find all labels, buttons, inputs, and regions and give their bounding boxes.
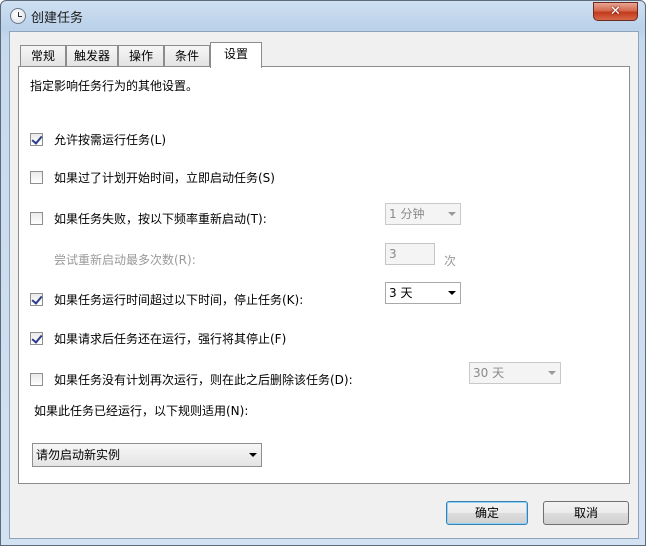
tab-conditions[interactable]: 条件 bbox=[164, 45, 210, 67]
force-stop-label: 如果请求后任务还在运行，强行将其停止(F) bbox=[54, 332, 287, 346]
stop-if-runs-longer-label: 如果任务运行时间超过以下时间，停止任务(K): bbox=[54, 293, 304, 307]
delete-if-not-scheduled-checkbox[interactable] bbox=[30, 373, 43, 386]
allow-on-demand-checkbox[interactable] bbox=[30, 133, 43, 146]
ok-button[interactable]: 确定 bbox=[446, 501, 528, 525]
start-when-missed-label: 如果过了计划开始时间，立即启动任务(S) bbox=[54, 171, 275, 185]
window-title: 创建任务 bbox=[31, 11, 84, 26]
restart-on-failure-label: 如果任务失败，按以下频率重新启动(T): bbox=[54, 212, 267, 226]
delete-after-value: 30 天 bbox=[473, 366, 505, 380]
tab-strip: 常规 触发器 操作 条件 设置 bbox=[18, 42, 638, 68]
tab-triggers[interactable]: 触发器 bbox=[66, 45, 118, 67]
create-task-window: 创建任务 ✕ 常规 触发器 操作 条件 设置 指定影响任务行为的其他设置。 允许… bbox=[0, 0, 646, 546]
chevron-down-icon bbox=[548, 371, 556, 375]
panel-description: 指定影响任务行为的其他设置。 bbox=[30, 79, 199, 93]
title-bar: 创建任务 ✕ bbox=[1, 1, 645, 31]
force-stop-checkbox[interactable] bbox=[30, 332, 43, 345]
stop-duration-value: 3 天 bbox=[389, 286, 413, 300]
delete-after-dropdown[interactable]: 30 天 bbox=[469, 362, 561, 384]
allow-on-demand-label: 允许按需运行任务(L) bbox=[54, 133, 167, 147]
tab-settings[interactable]: 设置 bbox=[210, 42, 262, 68]
tab-actions[interactable]: 操作 bbox=[118, 45, 164, 67]
clock-icon bbox=[10, 8, 26, 24]
settings-panel: 指定影响任务行为的其他设置。 允许按需运行任务(L) 如果过了计划开始时间，立即… bbox=[18, 66, 630, 484]
restart-attempts-input[interactable]: 3 bbox=[385, 243, 435, 265]
restart-attempts-label: 尝试重新启动最多次数(R): bbox=[54, 253, 196, 267]
delete-if-not-scheduled-label: 如果任务没有计划再次运行，则在此之后删除该任务(D): bbox=[54, 373, 353, 387]
if-running-rule-dropdown[interactable]: 请勿启动新实例 bbox=[32, 443, 262, 467]
dialog-body: 常规 触发器 操作 条件 设置 指定影响任务行为的其他设置。 允许按需运行任务(… bbox=[9, 31, 639, 539]
restart-interval-dropdown[interactable]: 1 分钟 bbox=[385, 203, 461, 225]
stop-if-runs-longer-checkbox[interactable] bbox=[30, 293, 43, 306]
chevron-down-icon bbox=[448, 291, 456, 295]
if-running-rule-value: 请勿启动新实例 bbox=[36, 448, 121, 462]
chevron-down-icon bbox=[448, 212, 456, 216]
restart-on-failure-checkbox[interactable] bbox=[30, 212, 43, 225]
start-when-missed-checkbox[interactable] bbox=[30, 171, 43, 184]
if-running-rule-label: 如果此任务已经运行，以下规则适用(N): bbox=[34, 404, 249, 418]
cancel-button[interactable]: 取消 bbox=[543, 501, 629, 525]
close-button[interactable]: ✕ bbox=[593, 2, 638, 21]
restart-attempts-unit: 次 bbox=[444, 254, 457, 268]
chevron-down-icon bbox=[249, 453, 257, 457]
tab-general[interactable]: 常规 bbox=[20, 45, 66, 67]
restart-interval-value: 1 分钟 bbox=[389, 207, 425, 221]
stop-duration-dropdown[interactable]: 3 天 bbox=[385, 282, 461, 304]
